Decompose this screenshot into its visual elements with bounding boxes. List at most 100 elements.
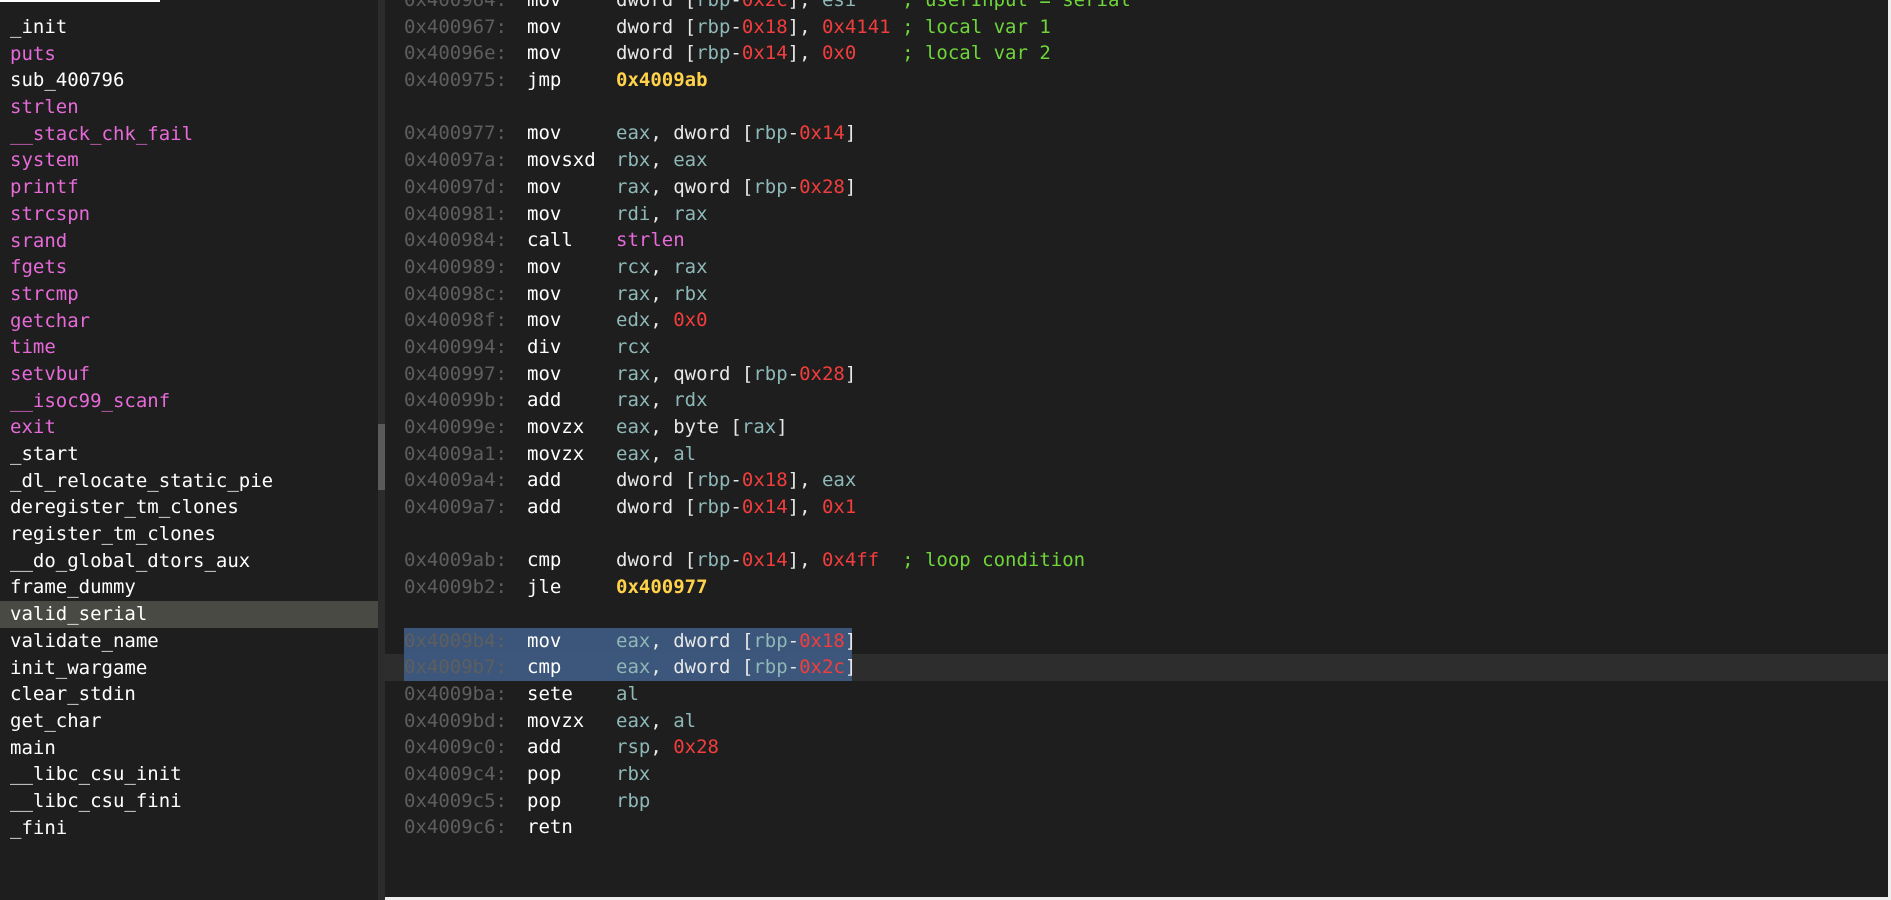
instruction-line[interactable]: 0x40097d: mov rax, qword [rbp-0x28] [385,174,1888,201]
function-item[interactable]: __libc_csu_fini [0,788,378,815]
register-token: rdx [673,389,708,412]
function-item[interactable]: frame_dummy [0,574,378,601]
instruction-line[interactable]: 0x4009bd: movzx eax, al [385,708,1888,735]
function-item[interactable]: fgets [0,254,378,281]
punctuation-token: , [650,629,674,652]
punctuation-token: - [787,122,800,145]
instruction-line[interactable]: 0x4009c6: retn [385,814,1888,841]
function-item[interactable]: time [0,334,378,361]
instruction-line[interactable]: 0x4009a1: movzx eax, al [385,441,1888,468]
instruction-address: 0x40099b: [404,389,507,412]
function-item[interactable]: sub_400796 [0,67,378,94]
instruction-line[interactable]: 0x40099b: add rax, rdx [385,387,1888,414]
function-item[interactable]: _fini [0,815,378,842]
instruction-line[interactable]: 0x4009b7: cmp eax, dword [rbp-0x2c] [385,654,1888,681]
function-item[interactable]: _dl_relocate_static_pie [0,468,378,495]
instruction-line[interactable]: 0x400984: call strlen [385,227,1888,254]
instruction-operands: dword [rbp-0x2c], esi ; userInput = seri… [616,0,1131,14]
function-item[interactable]: strcmp [0,281,378,308]
function-item[interactable]: valid_serial [0,601,378,628]
instruction-mnemonic: mov [527,282,562,305]
instruction-line[interactable]: 0x400994: div rcx [385,334,1888,361]
instruction-mnemonic: mov [527,255,562,278]
sidebar-scrollbar-thumb[interactable] [378,424,385,490]
instruction-line[interactable]: 0x400997: mov rax, qword [rbp-0x28] [385,361,1888,388]
label-token[interactable]: 0x400977 [616,576,708,598]
punctuation-token: , [650,362,674,385]
instruction-operands: dword [rbp-0x18], eax [616,467,856,494]
instruction-line[interactable]: 0x4009b4: mov eax, dword [rbp-0x18] [385,627,1888,655]
function-item[interactable]: getchar [0,308,378,335]
instruction-line[interactable]: 0x400977: mov eax, dword [rbp-0x14] [385,120,1888,147]
instruction-line[interactable]: 0x40097a: movsxd rbx, eax [385,147,1888,174]
function-ref-token[interactable]: strlen [616,229,685,251]
function-item[interactable]: strlen [0,94,378,121]
instruction-mnemonic: retn [527,816,573,839]
register-token: eax [616,629,651,652]
function-item[interactable]: puts [0,41,378,68]
function-item[interactable]: setvbuf [0,361,378,388]
function-item[interactable]: srand [0,228,378,255]
function-item[interactable]: exit [0,414,378,441]
instruction-line[interactable]: 0x4009a7: add dword [rbp-0x14], 0x1 [385,494,1888,521]
instruction-operands: dword [rbp-0x14], 0x4ff ; loop condition [616,547,1085,574]
register-token: al [616,682,639,705]
function-item[interactable]: main [0,735,378,762]
function-item[interactable]: init_wargame [0,655,378,682]
punctuation-token: - [730,15,742,38]
function-item[interactable]: __libc_csu_init [0,761,378,788]
function-item[interactable]: get_char [0,708,378,735]
punctuation-token [856,0,902,11]
function-item[interactable]: system [0,147,378,174]
instruction-operands: eax, byte [rax] [616,414,788,441]
function-item[interactable]: clear_stdin [0,681,378,708]
immediate-token: 0x0 [673,309,708,332]
punctuation-token: [ [730,416,742,438]
instruction-line[interactable]: 0x4009c5: pop rbp [385,788,1888,815]
instruction-address: 0x40099e: [404,416,507,438]
instruction-line[interactable]: 0x400989: mov rcx, rax [385,254,1888,281]
instruction-line[interactable]: 0x4009ab: cmp dword [rbp-0x14], 0x4ff ; lo… [385,547,1888,574]
function-item[interactable]: deregister_tm_clones [0,494,378,521]
instruction-line[interactable]: 0x40099e: movzx eax, byte [rax] [385,414,1888,441]
instruction-operands: eax, dword [rbp-0x2c] [616,654,856,681]
instruction-operands: dword [rbp-0x18], 0x4141 ; local var 1 [616,14,1051,41]
punctuation-token: , [650,416,674,438]
instruction-line[interactable]: 0x4009c4: pop rbx [385,761,1888,788]
instruction-line[interactable]: 0x40098f: mov edx, 0x0 [385,307,1888,334]
instruction-line[interactable]: 0x40096e: mov dword [rbp-0x14], 0x0 ; loca… [385,40,1888,67]
instruction-line[interactable]: 0x400981: mov rdi, rax [385,201,1888,228]
function-item[interactable]: __stack_chk_fail [0,121,378,148]
instruction-line[interactable]: 0x4009ba: sete al [385,681,1888,708]
instruction-line[interactable]: 0x4009a4: add dword [rbp-0x18], eax [385,467,1888,494]
function-item[interactable]: _init [0,14,378,41]
disassembly-view[interactable]: 0x400964: mov dword [rbp-0x2c], esi ; user… [385,0,1891,900]
function-item[interactable]: __isoc99_scanf [0,388,378,415]
instruction-operands: eax, dword [rbp-0x18] [616,628,856,655]
instruction-line[interactable]: 0x4009c0: add rsp, 0x28 [385,734,1888,761]
instruction-line[interactable]: 0x400964: mov dword [rbp-0x2c], esi ; user… [385,0,1888,14]
function-item[interactable]: register_tm_clones [0,521,378,548]
instruction-mnemonic: div [527,335,562,358]
function-item[interactable]: __do_global_dtors_aux [0,548,378,575]
instruction-line[interactable]: 0x40098c: mov rax, rbx [385,281,1888,308]
instruction-line[interactable]: 0x400967: mov dword [rbp-0x18], 0x4141 ; l… [385,14,1888,41]
instruction-address: 0x400984: [404,229,507,252]
punctuation-token: , [650,122,674,145]
function-item[interactable]: _start [0,441,378,468]
instruction-operands: rax, rbx [616,281,708,308]
function-item[interactable]: validate_name [0,628,378,655]
instruction-mnemonic: mov [527,0,562,11]
instruction-operands: rbp [616,788,650,815]
register-token: rcx [616,255,651,278]
function-item[interactable]: strcspn [0,201,378,228]
punctuation-token: , [650,282,674,305]
instruction-address: 0x4009a4: [404,469,507,492]
label-token[interactable]: 0x4009ab [616,69,708,91]
instruction-line[interactable]: 0x4009b2: jle 0x400977 [385,574,1888,601]
instruction-line[interactable]: 0x400975: jmp 0x4009ab [385,67,1888,94]
function-item[interactable]: printf [0,174,378,201]
punctuation-token: [ [741,656,754,679]
instruction-operands: eax, al [616,441,696,468]
